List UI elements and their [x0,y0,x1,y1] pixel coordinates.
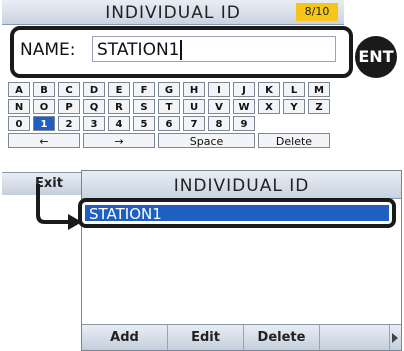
add-button[interactable]: Add [82,325,168,350]
softkey-empty [320,325,390,350]
softkey-bar: Add Edit Delete [82,324,401,350]
edit-button[interactable]: Edit [168,325,244,350]
more-softkeys-icon[interactable] [392,333,398,343]
title-bar: INDIVIDUAL ID [82,171,401,199]
list-item[interactable]: STATION1 [78,198,396,228]
delete-button[interactable]: Delete [244,325,320,350]
screen-title: INDIVIDUAL ID [173,176,310,196]
list-item-label: STATION1 [85,205,389,223]
id-list-screen: INDIVIDUAL ID STATION1 Add Edit Delete [78,170,402,351]
